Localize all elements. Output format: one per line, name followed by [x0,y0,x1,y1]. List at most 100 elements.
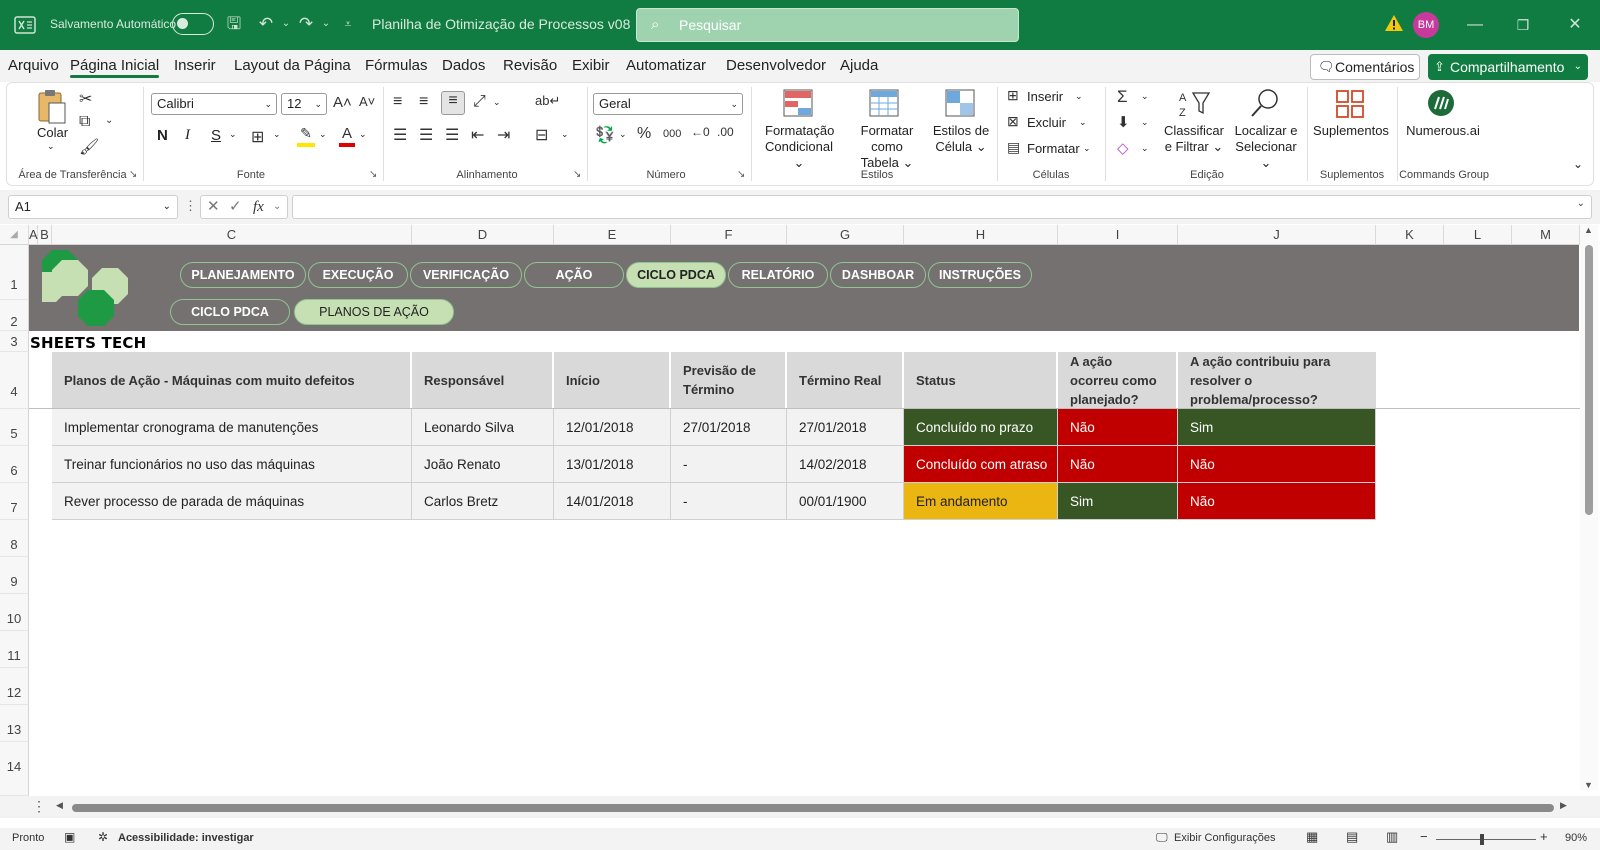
row-header-3[interactable]: 3 [0,331,29,352]
number-format-select[interactable]: Geral ⌄ [593,93,743,115]
number-launcher-icon[interactable]: ↘ [737,169,745,180]
tab-ajuda[interactable]: Ajuda [840,57,878,74]
accessibility-status[interactable]: Acessibilidade: investigar [118,832,254,844]
row-header-4[interactable]: 4 [0,352,29,409]
scroll-down-icon[interactable]: ▼ [1584,780,1593,790]
format-as-table-button[interactable]: Formatar como Tabela ⌄ [845,123,929,171]
format-cells-button[interactable]: Formatar [1027,141,1080,156]
scroll-up-icon[interactable]: ▲ [1584,225,1593,235]
fill-dropdown-icon[interactable]: ⌄ [1141,117,1149,128]
copy-dropdown-icon[interactable]: ⌄ [105,115,113,126]
display-settings-button[interactable]: Exibir Configurações [1174,832,1276,844]
close-icon[interactable]: ✕ [1560,12,1590,38]
clipboard-launcher-icon[interactable]: ↘ [129,169,137,180]
table-cell[interactable]: 12/01/2018 [554,409,671,446]
row-header-11[interactable]: 11 [0,631,29,668]
underline-dropdown-icon[interactable]: ⌄ [229,129,237,140]
column-header-j[interactable]: J [1178,225,1376,245]
align-left-icon[interactable]: ☰ [393,125,407,145]
search-box[interactable]: ⌕ Pesquisar [636,8,1019,42]
comments-button[interactable]: 🗨 Comentários [1310,54,1420,80]
merge-dropdown-icon[interactable]: ⌄ [561,129,569,140]
paste-dropdown-icon[interactable]: ⌄ [47,141,55,152]
name-box[interactable]: A1 ⌄ [8,195,178,219]
alignment-launcher-icon[interactable]: ↘ [573,169,581,180]
orientation-dropdown-icon[interactable]: ⌄ [493,97,501,108]
row-header-5[interactable]: 5 [0,409,29,446]
zoom-slider[interactable] [1436,839,1536,840]
align-right-icon[interactable]: ☰ [445,125,459,145]
underline-button[interactable]: S [211,127,221,144]
cancel-icon[interactable]: ✕ [207,196,220,218]
format-cells-icon[interactable]: ▤ [1007,139,1020,156]
table-cell[interactable]: Carlos Bretz [412,483,554,520]
tab-exibir[interactable]: Exibir [572,57,610,74]
accounting-dropdown-icon[interactable]: ⌄ [619,129,627,140]
cut-icon[interactable]: ✂ [79,89,92,109]
delete-cells-button[interactable]: Excluir [1027,115,1066,130]
delete-dropdown-icon[interactable]: ⌄ [1079,117,1087,128]
user-avatar[interactable]: BM [1413,12,1439,38]
row-header-1[interactable]: 1 [0,245,29,300]
nav-dashboard-button[interactable]: DASHBOAR [830,262,926,288]
column-header-h[interactable]: H [904,225,1058,245]
horizontal-scroll-thumb[interactable] [72,804,1554,812]
copy-icon[interactable]: ⧉ [79,113,90,131]
orientation-icon[interactable]: ⤢ [473,93,486,111]
find-select-button[interactable]: Localizar e Selecionar ⌄ [1229,123,1303,171]
autosum-icon[interactable]: Σ [1117,87,1128,107]
tab-arquivo[interactable]: Arquivo [8,57,59,74]
insert-dropdown-icon[interactable]: ⌄ [1075,91,1083,102]
merge-center-icon[interactable]: ⊟ [535,125,548,145]
insert-cells-icon[interactable]: ⊞ [1007,87,1019,104]
wrap-text-icon[interactable]: ab↵ [535,93,560,109]
font-color-icon[interactable]: A [339,125,355,147]
document-title[interactable]: Planilha de Otimização de Processos v08 … [372,16,646,33]
paste-icon[interactable] [35,89,69,125]
column-header-b[interactable]: B [38,225,52,245]
borders-dropdown-icon[interactable]: ⌄ [273,129,281,140]
select-all-corner[interactable]: ◢ [0,225,29,245]
vertical-scrollbar[interactable]: ▲ ▼ [1580,225,1598,790]
status-cell[interactable]: Sim [1178,409,1376,446]
column-header-f[interactable]: F [671,225,787,245]
share-dropdown-icon[interactable]: ⌄ [1574,54,1582,80]
column-header-e[interactable]: E [554,225,671,245]
clear-icon[interactable]: ◇ [1117,139,1129,157]
table-cell[interactable]: João Renato [412,446,554,483]
numerous-ai-button[interactable]: Numerous.ai [1403,123,1483,138]
increase-decimal-icon[interactable]: ←0 [691,125,710,139]
column-header-m[interactable]: M [1512,225,1580,245]
status-cell[interactable]: Em andamento [904,483,1058,520]
redo-dropdown-icon[interactable]: ⌄ [314,12,338,36]
zoom-level[interactable]: 90% [1565,832,1587,844]
find-select-icon[interactable] [1249,87,1281,119]
save-icon[interactable]: 🖫 [222,12,246,36]
nav-execucao-button[interactable]: EXECUÇÃO [308,262,408,288]
status-cell[interactable]: Concluído no prazo [904,409,1058,446]
conditional-format-icon[interactable] [783,89,813,117]
normal-view-icon[interactable]: ▦ [1306,829,1318,845]
accounting-format-icon[interactable]: 💱 [595,125,615,145]
delete-cells-icon[interactable]: ⊠ [1007,113,1019,130]
bold-button[interactable]: N [157,127,168,144]
row-header-7[interactable]: 7 [0,483,29,520]
autosum-dropdown-icon[interactable]: ⌄ [1141,91,1149,102]
table-cell[interactable]: Leonardo Silva [412,409,554,446]
vertical-scroll-thumb[interactable] [1585,245,1593,515]
table-cell[interactable]: - [671,483,787,520]
clear-dropdown-icon[interactable]: ⌄ [1141,143,1149,154]
table-cell[interactable]: 27/01/2018 [671,409,787,446]
status-cell[interactable]: Não [1058,446,1178,483]
row-header-10[interactable]: 10 [0,594,29,631]
increase-indent-icon[interactable]: ⇥ [497,125,510,145]
font-color-dropdown-icon[interactable]: ⌄ [359,129,367,140]
accessibility-icon[interactable]: ✲ [98,830,108,844]
row-header-12[interactable]: 12 [0,668,29,705]
tab-inserir[interactable]: Inserir [174,57,216,74]
format-painter-icon[interactable]: 🖌 [79,137,99,157]
status-cell[interactable]: Não [1178,483,1376,520]
subnav-ciclo-pdca-button[interactable]: CICLO PDCA [170,299,290,325]
horizontal-scrollbar[interactable]: ⋮ ◀ ▶ [0,796,1600,818]
column-header-a[interactable]: A [29,225,38,245]
